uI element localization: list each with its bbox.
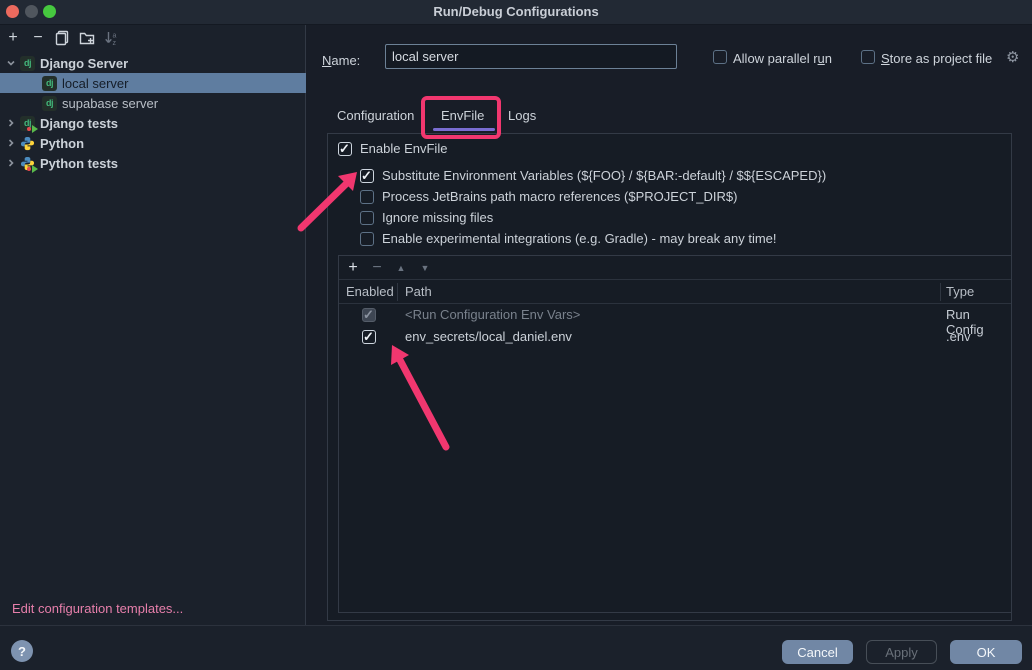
tree-item-python[interactable]: Python <box>0 133 306 153</box>
chevron-right-icon[interactable] <box>6 138 20 148</box>
experimental-integrations-option: Enable experimental integrations (e.g. G… <box>360 231 777 246</box>
sidebar-toolbar: + − az <box>0 25 306 51</box>
django-icon: dj <box>42 96 57 111</box>
row-path: env_secrets/local_daniel.env <box>405 329 572 344</box>
dialog-footer: ? Cancel Apply OK <box>0 625 1032 670</box>
process-path-macro-option: Process JetBrains path macro references … <box>360 189 737 204</box>
add-env-file-icon[interactable]: + <box>345 258 361 278</box>
enable-envfile-checkbox[interactable]: ✓ <box>338 142 352 156</box>
edit-configuration-templates-link[interactable]: Edit configuration templates... <box>12 601 183 616</box>
copy-configuration-icon[interactable] <box>53 29 71 47</box>
row-enabled-checkbox: ✓ <box>362 308 376 322</box>
window-title: Run/Debug Configurations <box>0 4 1032 19</box>
django-icon: dj <box>20 56 35 71</box>
tab-envfile[interactable]: EnvFile <box>441 108 484 123</box>
new-folder-icon[interactable] <box>78 29 96 47</box>
table-row[interactable]: ✓ <Run Configuration Env Vars> Run Confi… <box>339 304 1011 326</box>
svg-text:a: a <box>113 33 117 40</box>
enable-envfile-option: ✓ Enable EnvFile <box>338 141 447 156</box>
tree-item-django-server[interactable]: dj Django Server <box>0 53 306 73</box>
row-path: <Run Configuration Env Vars> <box>405 307 580 322</box>
move-up-icon[interactable]: ▲ <box>393 258 409 278</box>
ok-button[interactable]: OK <box>950 640 1022 664</box>
tab-logs[interactable]: Logs <box>508 108 536 123</box>
django-tests-icon: dj <box>20 116 35 131</box>
option-label: Ignore missing files <box>382 210 493 225</box>
substitute-env-vars-checkbox[interactable]: ✓ <box>360 169 374 183</box>
env-files-table-toolbar: + − ▲ ▼ <box>339 256 1011 280</box>
option-label: Substitute Environment Variables (${FOO}… <box>382 168 826 183</box>
tree-item-python-tests[interactable]: Python tests <box>0 153 306 173</box>
active-tab-underline <box>433 128 495 131</box>
process-path-macro-checkbox[interactable] <box>360 190 374 204</box>
column-header-enabled: Enabled <box>346 284 394 299</box>
allow-parallel-run-label: Allow parallel run <box>733 51 832 66</box>
column-header-path: Path <box>405 284 432 299</box>
chevron-down-icon[interactable] <box>6 58 20 68</box>
ignore-missing-files-option: Ignore missing files <box>360 210 493 225</box>
option-label: Enable EnvFile <box>360 141 447 156</box>
name-input[interactable] <box>385 44 677 69</box>
option-label: Enable experimental integrations (e.g. G… <box>382 231 777 246</box>
column-header-type: Type <box>946 284 974 299</box>
row-type: .env <box>946 329 971 344</box>
chevron-right-icon[interactable] <box>6 118 20 128</box>
titlebar: Run/Debug Configurations <box>0 0 1032 25</box>
table-row[interactable]: ✓ env_secrets/local_daniel.env .env <box>339 326 1011 348</box>
configuration-editor: Name: Allow parallel run Store as projec… <box>307 25 1032 625</box>
tree-item-supabase-server[interactable]: dj supabase server <box>0 93 306 113</box>
django-icon: dj <box>42 76 57 91</box>
help-button[interactable]: ? <box>11 640 33 662</box>
tree-item-django-tests[interactable]: dj Django tests <box>0 113 306 133</box>
gear-icon[interactable]: ⚙ <box>1006 48 1019 66</box>
env-files-table: + − ▲ ▼ Enabled Path Type ✓ <Run Configu… <box>338 255 1012 613</box>
table-header: Enabled Path Type <box>339 280 1011 304</box>
add-configuration-icon[interactable]: + <box>4 29 22 47</box>
remove-configuration-icon[interactable]: − <box>29 29 47 47</box>
allow-parallel-run-checkbox[interactable] <box>713 50 727 64</box>
row-enabled-checkbox[interactable]: ✓ <box>362 330 376 344</box>
tree-item-local-server[interactable]: dj local server <box>0 73 306 93</box>
python-tests-icon <box>20 156 35 171</box>
sort-alphabetically-icon[interactable]: az <box>103 29 121 47</box>
move-down-icon[interactable]: ▼ <box>417 258 433 278</box>
chevron-right-icon[interactable] <box>6 158 20 168</box>
store-as-project-file-label: Store as project file <box>881 51 992 66</box>
configurations-tree: dj Django Server dj local server dj supa… <box>0 53 306 173</box>
experimental-integrations-checkbox[interactable] <box>360 232 374 246</box>
python-icon <box>20 136 35 151</box>
store-as-project-file-checkbox[interactable] <box>861 50 875 64</box>
configurations-sidebar: + − az dj Django Server dj local server <box>0 25 306 625</box>
ignore-missing-files-checkbox[interactable] <box>360 211 374 225</box>
envfile-tab-panel: ✓ Enable EnvFile ✓ Substitute Environmen… <box>327 133 1012 621</box>
run-debug-configurations-dialog: Run/Debug Configurations + − az dj Djang… <box>0 0 1032 670</box>
option-label: Process JetBrains path macro references … <box>382 189 737 204</box>
substitute-env-vars-option: ✓ Substitute Environment Variables (${FO… <box>360 168 826 183</box>
tab-configuration[interactable]: Configuration <box>337 108 414 123</box>
remove-env-file-icon[interactable]: − <box>369 258 385 278</box>
apply-button[interactable]: Apply <box>866 640 937 664</box>
cancel-button[interactable]: Cancel <box>782 640 853 664</box>
name-label: Name: <box>322 53 360 68</box>
svg-text:z: z <box>113 40 117 46</box>
